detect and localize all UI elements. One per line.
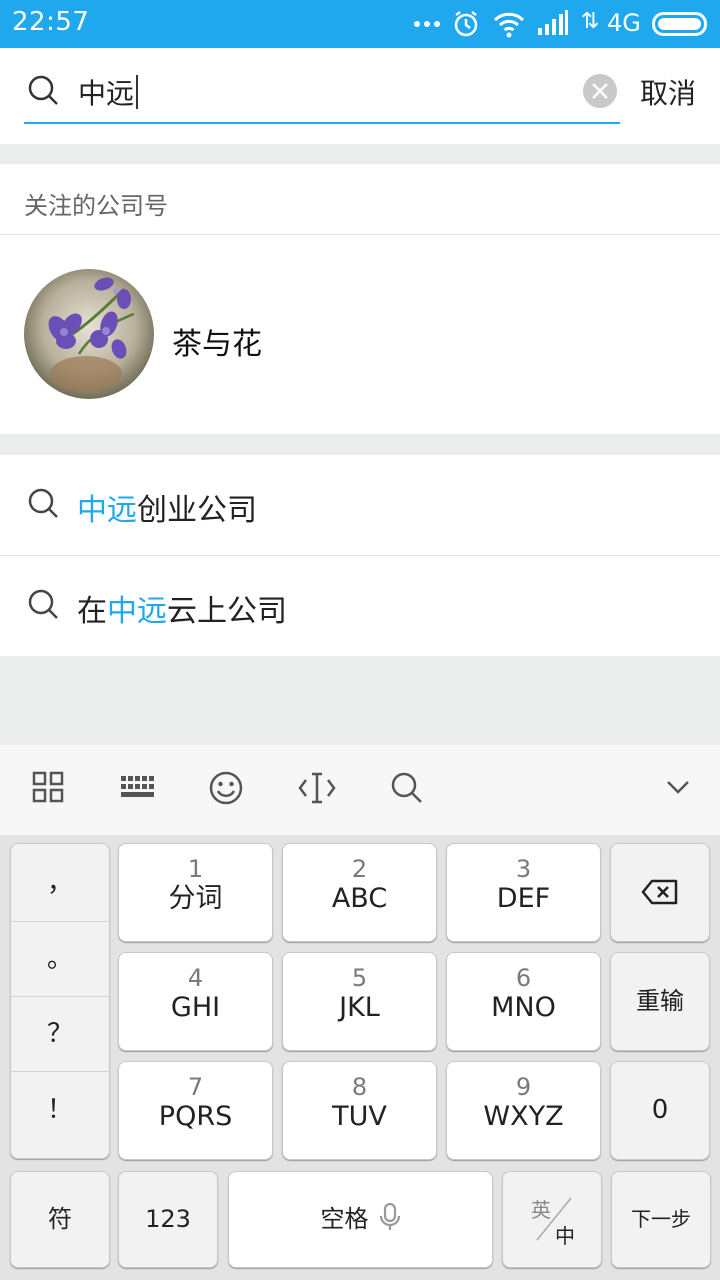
battery-icon [652,12,707,36]
key-number: 6 [515,964,532,992]
followed-companies-section: 关注的公司号 茶与花 [0,164,720,434]
key-label: TUV [332,1101,387,1132]
company-avatar [24,269,154,399]
key-0[interactable]: 0 [610,1061,710,1160]
key-2[interactable]: 2 ABC [282,843,437,942]
section-title: 关注的公司号 [24,192,168,220]
symbols-key[interactable]: 符 [10,1171,110,1268]
more-dots-icon [414,21,440,27]
key-period[interactable]: 。 [11,922,109,997]
key-number: 7 [187,1073,204,1101]
key-5[interactable]: 5 JKL [282,952,437,1051]
data-arrows-icon: ⇅ [581,9,600,34]
key-4[interactable]: 4 GHI [118,952,273,1051]
space-label-wrap: 空格 [229,1172,492,1267]
key-label: MNO [491,992,556,1023]
close-icon [592,83,608,99]
company-name: 茶与花 [172,327,262,362]
search-query: 中远 [78,72,139,112]
lang-zh-label: 中 [555,1224,575,1248]
clear-button[interactable] [583,74,617,108]
next-step-key[interactable]: 下一步 [611,1171,711,1268]
key-6[interactable]: 6 MNO [446,952,601,1051]
search-icon[interactable] [390,771,424,805]
emoji-icon[interactable] [209,771,243,805]
key-number: 5 [351,964,368,992]
key-9[interactable]: 9 WXYZ [446,1061,601,1160]
key-label: 0 [651,1095,669,1125]
grid-icon[interactable] [32,771,64,803]
key-label: 分词 [168,883,223,914]
key-label: DEF [496,883,551,914]
key-label: 123 [145,1205,191,1233]
key-exclamation[interactable]: ！ [11,1072,109,1148]
key-7[interactable]: 7 PQRS [118,1061,273,1160]
company-list-item[interactable]: 茶与花 [0,235,720,434]
key-3[interactable]: 3 DEF [446,843,601,942]
cursor-icon[interactable] [298,771,336,805]
suggestion-text: 中远创业公司 [77,493,257,528]
network-type: 4G [607,9,641,37]
alarm-icon [454,11,478,37]
reinput-key[interactable]: 重输 [610,952,710,1051]
key-label: JKL [339,992,380,1023]
text-caret [136,75,139,109]
key-label: GHI [170,992,221,1023]
suggestion-item[interactable]: 中远创业公司 [0,455,720,555]
chevron-down-icon[interactable] [666,779,690,795]
cancel-button[interactable]: 取消 [640,72,696,112]
key-number: 9 [515,1073,532,1101]
keyboard-icon[interactable] [120,771,154,803]
key-1[interactable]: 1 分词 [118,843,273,942]
key-number: 3 [515,855,532,883]
status-time: 22:57 [12,7,90,37]
key-label: WXYZ [483,1101,564,1132]
key-label: 符 [48,1205,72,1233]
key-label: 空格 [320,1205,369,1233]
key-number: 4 [187,964,204,992]
keyboard: ， 。 ？ ！ 1 分词 2 ABC 3 DEF 4 GHI 5 JKL 6 MNO 重输 … [0,835,720,1280]
key-number: 8 [351,1073,368,1101]
status-bar: 22:57 ⇅ 4G [0,0,720,48]
key-question[interactable]: ？ [11,997,109,1072]
search-icon [28,589,58,619]
signal-icon [538,10,568,35]
key-label: 重输 [636,987,684,1015]
microphone-icon [379,1202,400,1230]
search-header: 中远 取消 [0,48,720,144]
key-comma[interactable]: ， [11,844,109,922]
punctuation-column: ， 。 ？ ！ [10,843,110,1159]
search-icon [28,488,58,518]
key-8[interactable]: 8 TUV [282,1061,437,1160]
key-label: ABC [331,883,388,914]
suggestion-item[interactable]: 在中远云上公司 [0,556,720,656]
backspace-key[interactable] [610,843,710,942]
search-input[interactable]: 中远 [24,48,620,124]
backspace-icon [641,879,678,905]
suggestion-text: 在中远云上公司 [77,594,287,629]
key-number: 1 [187,855,204,883]
numbers-key[interactable]: 123 [118,1171,218,1268]
search-icon [28,75,58,105]
language-switch-key[interactable]: 英 中 [502,1171,602,1268]
space-key[interactable]: 空格 [228,1171,493,1268]
key-label: PQRS [158,1101,233,1132]
key-label: 下一步 [631,1207,691,1231]
keyboard-toolbar [0,745,720,835]
wifi-icon [493,12,525,38]
key-number: 2 [351,855,368,883]
